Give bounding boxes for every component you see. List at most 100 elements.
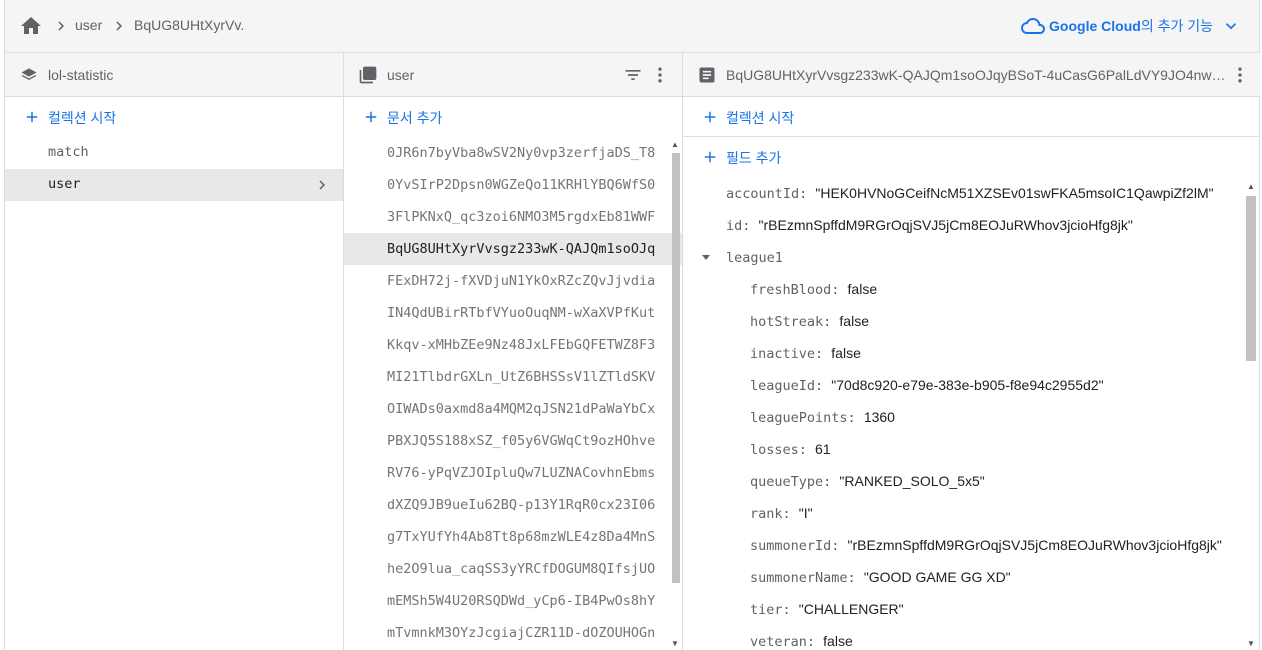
document-list-scrollbar[interactable]	[672, 153, 680, 583]
home-icon[interactable]	[19, 14, 43, 38]
field-value: false	[847, 281, 878, 297]
document-item[interactable]: Kkqv-xMHbZEe9Nz48JxLFEbGQFETWZ8F3	[344, 329, 682, 361]
google-cloud-label: Google Cloud	[1049, 18, 1141, 34]
start-collection-button[interactable]: 컬렉션 시작	[5, 97, 343, 137]
scroll-up-arrow[interactable]: ▲	[1246, 183, 1256, 191]
document-item[interactable]: PBXJQ5S188xSZ_f05y6VGWqCt9ozHOhve	[344, 425, 682, 457]
field-separator: :	[742, 218, 759, 234]
field-key: id	[726, 218, 743, 234]
google-cloud-extensions-menu[interactable]: Google Cloud 의 추가 기능	[1021, 13, 1241, 39]
field-value: false	[823, 633, 853, 649]
document-item[interactable]: BqUG8UHtXyrVvsgz233wK-QAJQm1soOJq	[344, 233, 682, 265]
collection-item-user[interactable]: user	[5, 169, 343, 201]
add-document-label: 문서 추가	[387, 110, 443, 126]
document-item[interactable]: FExDH72j-fXVDjuN1YkOxRZcZQvJjvdia	[344, 265, 682, 297]
field-value: "rBEzmnSpffdM9RGrOqjSVJ5jCm8EOJuRWhov3jc…	[758, 217, 1133, 233]
field-separator: :	[823, 314, 840, 330]
scroll-down-arrow[interactable]: ▼	[670, 640, 680, 648]
field-separator: :	[815, 378, 832, 394]
document-id: OIWADs0axmd8a4MQM2qJSN21dPaWaYbCx	[387, 401, 656, 417]
field-row[interactable]: summonerName: "GOOD GAME GG XD"	[683, 561, 1244, 593]
document-id: MI21TlbdrGXLn_UtZ6BHSSsV1lZTldSKV	[387, 369, 656, 385]
field-row[interactable]: id: "rBEzmnSpffdM9RGrOqjSVJ5jCm8EOJuRWho…	[683, 209, 1244, 241]
field-row[interactable]: veteran: false	[683, 625, 1244, 650]
field-value: "I"	[798, 505, 813, 521]
field-key: accountId	[726, 186, 800, 202]
filter-icon[interactable]	[622, 65, 644, 85]
document-id: FExDH72j-fXVDjuN1YkOxRZcZQvJjvdia	[387, 273, 656, 289]
field-key: league1	[726, 250, 783, 266]
field-value: false	[839, 313, 869, 329]
plus-icon	[365, 111, 377, 123]
expand-triangle-icon[interactable]	[701, 252, 711, 262]
breadcrumb-item[interactable]: BqUG8UHtXyrVv.	[134, 17, 244, 33]
field-separator: :	[815, 346, 832, 362]
field-row[interactable]: queueType: "RANKED_SOLO_5x5"	[683, 465, 1244, 497]
collection-item-match[interactable]: match	[5, 137, 343, 169]
document-item[interactable]: IN4QdUBirRTbfVYuoOuqNM-wXaXVPfKut	[344, 297, 682, 329]
breadcrumb-item[interactable]: user	[75, 17, 102, 33]
start-subcollection-button[interactable]: 컬렉션 시작	[683, 97, 1260, 137]
document-item[interactable]: RV76-yPqVZJOIpluQw7LUZNACovhnEbms	[344, 457, 682, 489]
document-item[interactable]: MI21TlbdrGXLn_UtZ6BHSSsV1lZTldSKV	[344, 361, 682, 393]
scroll-down-arrow[interactable]: ▼	[1246, 640, 1256, 648]
document-item[interactable]: he2O9lua_caqSS3yYRCfDOGUM8QIfsjUO	[344, 553, 682, 585]
field-row[interactable]: leagueId: "70d8c920-e79e-383e-b905-f8e94…	[683, 369, 1244, 401]
field-value: "GOOD GAME GG XD"	[863, 569, 1011, 585]
chevron-down-icon	[1226, 23, 1236, 30]
field-key: losses	[750, 442, 799, 458]
collection-label: user	[48, 176, 81, 192]
plus-icon	[26, 111, 38, 123]
collection-title: user	[387, 67, 415, 83]
add-field-button[interactable]: 필드 추가	[683, 137, 1260, 177]
document-id: BqUG8UHtXyrVvsgz233wK-QAJQm1soOJq	[387, 241, 656, 257]
field-value: "70d8c920-e79e-383e-b905-f8e94c2955d2"	[831, 377, 1104, 393]
document-item[interactable]: mEMSh5W4U20RSQDWd_yCp6-IB4PwOs8hY	[344, 585, 682, 617]
field-key: summonerId	[750, 538, 832, 554]
field-row[interactable]: inactive: false	[683, 337, 1244, 369]
field-row[interactable]: freshBlood: false	[683, 273, 1244, 305]
field-row[interactable]: leaguePoints: 1360	[683, 401, 1244, 433]
field-key: hotStreak	[750, 314, 824, 330]
field-key: leagueId	[750, 378, 816, 394]
chevron-right-icon	[58, 21, 64, 31]
field-row[interactable]: tier: "CHALLENGER"	[683, 593, 1244, 625]
field-row[interactable]: league1	[683, 241, 1244, 273]
document-id: 0YvSIrP2Dpsn0WGZeQo11KRHlYBQ6WfS0	[387, 177, 656, 193]
field-row[interactable]: accountId: "HEK0HVNoGCeifNcM51XZSEv01swF…	[683, 177, 1244, 209]
field-row[interactable]: losses: 61	[683, 433, 1244, 465]
document-id: g7TxYUfYh4Ab8Tt8p68mzWLE4z8Da4MnS	[387, 529, 656, 545]
document-item[interactable]: 0JR6n7byVba8wSV2Ny0vp3zerfjaDS_T8	[344, 137, 682, 169]
add-document-button[interactable]: 문서 추가	[344, 97, 682, 137]
more-vert-icon[interactable]	[650, 65, 670, 85]
document-id: mTvmnkM3OYzJcgiajCZR11D-dOZOUHOGn	[387, 625, 656, 641]
field-list-scrollbar[interactable]	[1246, 196, 1256, 361]
field-separator: :	[847, 410, 864, 426]
field-row[interactable]: rank: "I"	[683, 497, 1244, 529]
start-collection-label: 컬렉션 시작	[48, 110, 117, 126]
document-item[interactable]: dXZQ9JB9ueIu62BQ-p13Y1RqR0cx23I06	[344, 489, 682, 521]
field-row[interactable]: summonerId: "rBEzmnSpffdM9RGrOqjSVJ5jCm8…	[683, 529, 1244, 561]
document-id: Kkqv-xMHbZEe9Nz48JxLFEbGQFETWZ8F3	[387, 337, 656, 353]
document-item[interactable]: g7TxYUfYh4Ab8Tt8p68mzWLE4z8Da4MnS	[344, 521, 682, 553]
field-value: "HEK0HVNoGCeifNcM51XZSEv01swFKA5msoIC1Qa…	[815, 185, 1214, 201]
field-key: leaguePoints	[750, 410, 848, 426]
document-item[interactable]: OIWADs0axmd8a4MQM2qJSN21dPaWaYbCx	[344, 393, 682, 425]
scroll-up-arrow[interactable]: ▲	[670, 141, 680, 149]
document-id: dXZQ9JB9ueIu62BQ-p13Y1RqR0cx23I06	[387, 497, 656, 513]
collection-panel-header: user	[344, 53, 682, 97]
more-vert-icon[interactable]	[1230, 65, 1250, 85]
collection-icon	[359, 66, 377, 84]
document-item[interactable]: mTvmnkM3OYzJcgiajCZR11D-dOZOUHOGn	[344, 617, 682, 649]
field-row[interactable]: hotStreak: false	[683, 305, 1244, 337]
document-item[interactable]: 3FlPKNxQ_qc3zoi6NMO3M5rgdxEb81WWF	[344, 201, 682, 233]
field-value: "rBEzmnSpffdM9RGrOqjSVJ5jCm8EOJuRWhov3jc…	[847, 537, 1222, 553]
document-id: IN4QdUBirRTbfVYuoOuqNM-wXaXVPfKut	[387, 305, 656, 321]
add-field-label: 필드 추가	[726, 150, 782, 166]
document-id: 0JR6n7byVba8wSV2Ny0vp3zerfjaDS_T8	[387, 145, 656, 161]
cloud-icon	[1021, 18, 1046, 34]
document-panel-header: BqUG8UHtXyrVvsgz233wK-QAJQm1soOJqyBSoT-4…	[683, 53, 1260, 97]
field-separator: :	[798, 442, 816, 458]
document-title: BqUG8UHtXyrVvsgz233wK-QAJQm1soOJqyBSoT-4…	[726, 67, 1226, 83]
document-item[interactable]: 0YvSIrP2Dpsn0WGZeQo11KRHlYBQ6WfS0	[344, 169, 682, 201]
